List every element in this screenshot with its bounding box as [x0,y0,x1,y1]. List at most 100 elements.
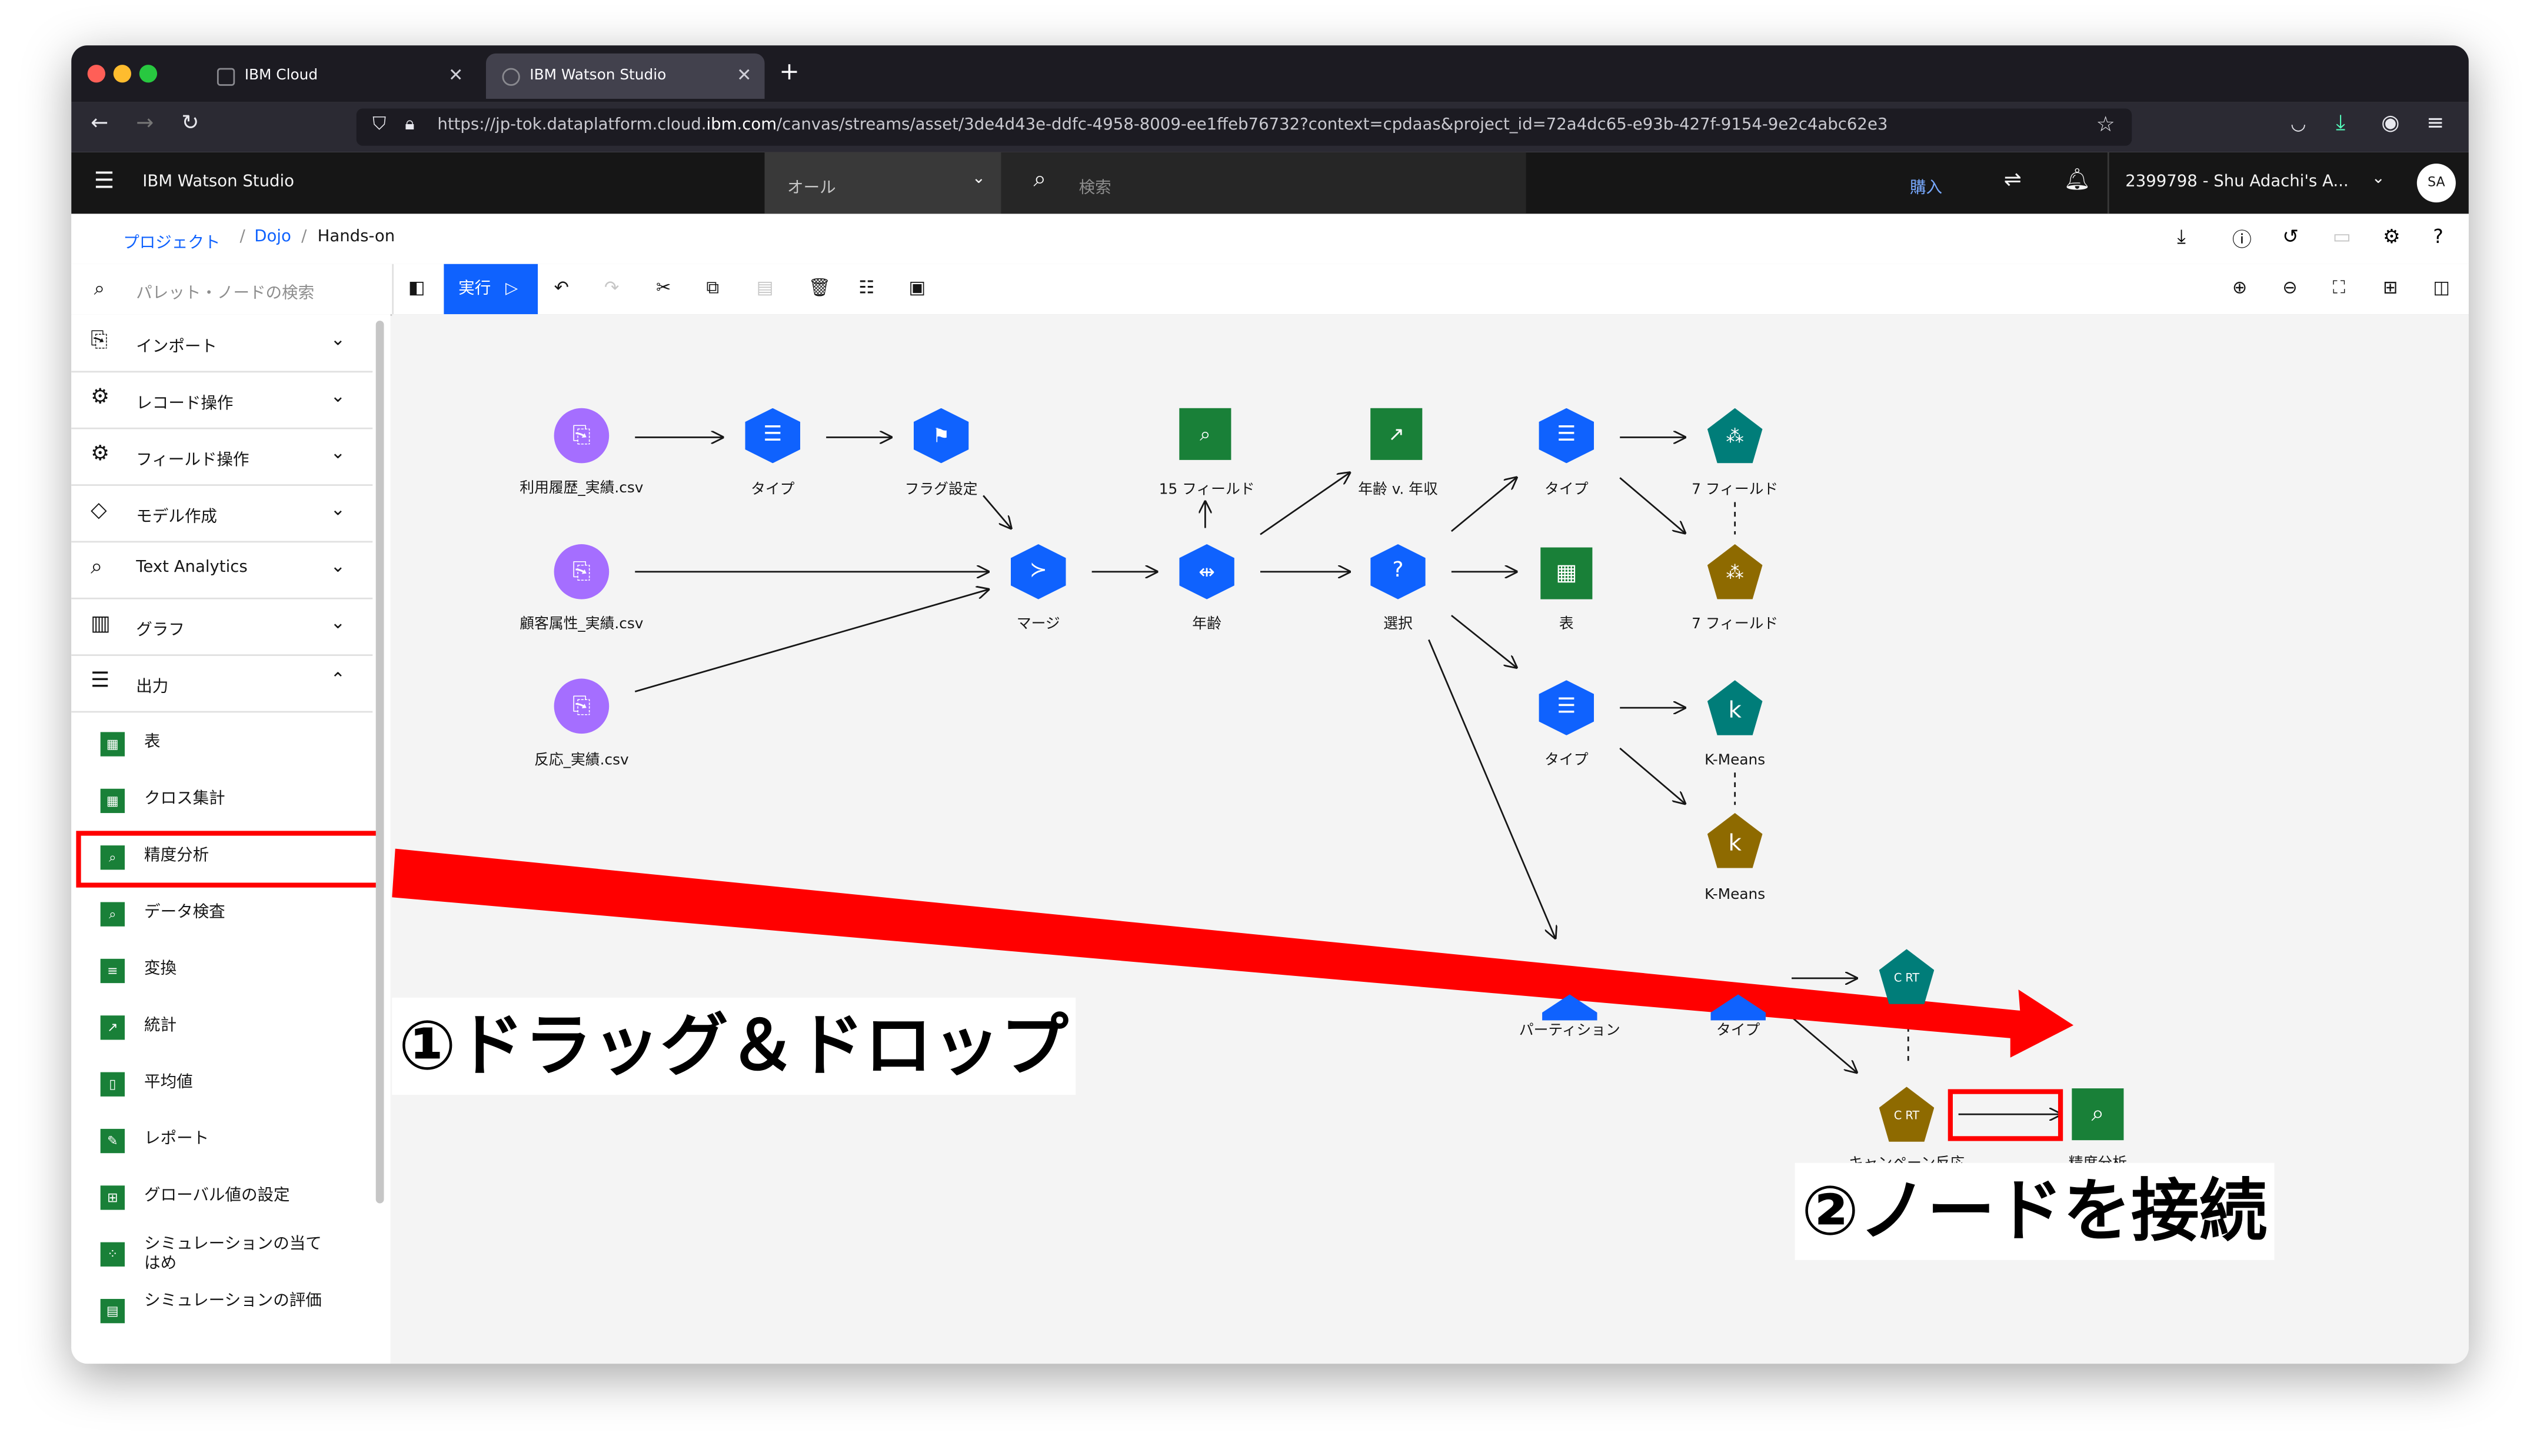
category-label: モデル作成 [136,508,217,527]
avatar[interactable]: SA [2416,164,2456,203]
download-icon[interactable]: ⤓ [2177,225,2186,249]
link[interactable] [983,495,1011,528]
help-icon[interactable]: ? [2433,225,2444,248]
category-field-ops[interactable]: ⚙ フィールド操作 ⌄ [71,428,373,486]
zoom-window-button[interactable] [139,65,158,83]
node-label: フラグ設定 [904,482,978,499]
search-input[interactable]: 検索 [1079,174,1111,198]
category-text-analytics[interactable]: ⌕ Text Analytics ⌄ [71,541,373,599]
plot-node-icon[interactable]: ↗ [1370,408,1423,460]
palette-node-means[interactable]: ▯ 平均値 [100,1061,376,1110]
breadcrumb: プロジェクト / Dojo / Hands-on ⤓ ⓘ ↺ ▭ ⚙ ? [71,214,2469,266]
breadcrumb-separator: / [239,228,245,246]
extension-icon[interactable]: ◉ [2381,112,2399,136]
breadcrumb-dojo[interactable]: Dojo [254,228,291,246]
tab-ibm-cloud[interactable]: IBM Cloud ✕ [201,54,476,99]
tab-watson-studio[interactable]: IBM Watson Studio ✕ [485,53,765,99]
minimize-window-button[interactable] [113,65,132,83]
back-icon[interactable]: ← [91,112,108,136]
diamond-icon: ◇ [91,498,107,524]
search-scope-dropdown[interactable]: オール ⌄ [764,152,1001,214]
zoom-in-icon[interactable]: ⊕ [2232,277,2247,298]
table-node-icon[interactable]: ▦ [1540,547,1593,599]
side-panel-icon[interactable]: ◫ [2433,277,2450,298]
app-title[interactable]: IBM Watson Studio [142,174,294,191]
search-area: オール ⌄ ⌕ 検索 [764,152,1526,214]
palette-node-sim-evaluation[interactable]: ▤ シミュレーションの評価 [100,1288,376,1343]
node-label: 表 [144,734,161,752]
menu-icon[interactable]: ≡ [2426,112,2444,136]
chevron-down-icon: ⌄ [330,612,346,634]
breadcrumb-projects[interactable]: プロジェクト [123,228,220,252]
palette-search-input[interactable]: パレット・ノードの検索 [136,279,314,303]
delete-icon[interactable]: 🗑︎ [808,277,831,298]
analysis-node-icon[interactable]: ⌕ [2072,1088,2124,1141]
shield-icon[interactable]: ⛉ [372,114,386,136]
reload-icon[interactable]: ↻ [181,112,199,136]
cloud-icon [217,67,235,85]
redo-icon[interactable]: ↷ [604,277,619,298]
toggle-palette-icon[interactable]: ◧ [408,277,425,298]
set-globals-icon: ⊞ [100,1185,125,1210]
node-label: 平均値 [144,1074,193,1092]
palette-node-table[interactable]: ▦ 表 [100,721,376,769]
history-icon[interactable]: ↺ [2282,225,2299,248]
text-analytics-icon: ⌕ [91,555,103,580]
new-tab-button[interactable]: + [779,56,800,86]
palette-node-transform[interactable]: ≡ 変換 [100,948,376,997]
comment-icon[interactable]: ▭ [2333,225,2351,248]
table-view-icon[interactable]: ⊞ [2383,277,2398,298]
palette-node-crosstab[interactable]: ▦ クロス集計 [100,777,376,826]
save-icon[interactable]: ▣ [909,277,926,298]
palette-node-set-globals[interactable]: ⊞ グローバル値の設定 [100,1174,376,1223]
node-label: 15 フィールド [1159,482,1255,499]
info-icon[interactable]: ⓘ [2232,225,2252,253]
chevron-down-icon: ⌄ [330,498,346,520]
divider [392,264,394,315]
chevron-down-icon: ⌄ [330,385,346,407]
category-output[interactable]: ☰ 出力 ⌃ [71,654,373,713]
link[interactable] [1428,639,1555,938]
bookmark-star-icon[interactable]: ☆ [2096,114,2115,138]
lock-icon[interactable]: 🔒︎ [405,114,414,136]
close-window-button[interactable] [87,65,105,83]
paste-icon[interactable]: ▤ [757,277,774,298]
fit-to-screen-icon[interactable]: ⛶ [2333,277,2345,300]
cut-icon[interactable]: ✂ [656,277,671,298]
settings-icon[interactable]: ⚙ [2383,225,2401,248]
palette-node-report[interactable]: ✎ レポート [100,1118,376,1167]
import-node-customer-icon[interactable]: ⎘ [554,544,610,599]
palette-node-data-audit[interactable]: ⌕ データ検査 [100,891,376,939]
hamburger-menu-icon[interactable]: ☰ [94,168,115,194]
palette-scrollbar[interactable] [375,321,384,1204]
palette-node-statistics[interactable]: ↗ 統計 [100,1004,376,1053]
close-tab-icon[interactable]: ✕ [737,65,751,86]
signpost-icon[interactable]: ⇌ [2004,168,2022,192]
download-icon[interactable]: ⤓ [2336,112,2345,136]
node-label: グローバル値の設定 [144,1187,290,1205]
category-modeling[interactable]: ◇ モデル作成 ⌄ [71,484,373,543]
chevron-down-icon[interactable]: ⌄ [2372,170,2385,188]
flow-properties-icon[interactable]: ☷ [858,277,874,298]
zoom-out-icon[interactable]: ⊖ [2282,277,2297,298]
account-switcher[interactable]: 2399798 - Shu Adachi's A... [2125,174,2348,191]
run-button[interactable]: 実行 ▷ [444,264,538,315]
undo-icon[interactable]: ↶ [554,277,569,298]
address-bar[interactable]: ⛉ 🔒︎ https://jp-tok.dataplatform.cloud.i… [356,108,2132,146]
category-import[interactable]: ⎘ インポート ⌄ [71,314,373,373]
buy-link[interactable]: 購入 [1910,174,1942,198]
link[interactable] [634,589,988,692]
node-palette: ⎘ インポート ⌄ ⚙ レコード操作 ⌄ ⚙ フィールド操作 ⌄ ◇ モデル作成… [71,314,391,1364]
copy-icon[interactable]: ⧉ [706,277,719,300]
data-audit-node-icon[interactable]: ⌕ [1179,408,1231,460]
import-node-usage-icon[interactable]: ⎘ [554,408,610,464]
notification-bell-icon[interactable]: 🔔︎ [2064,168,2090,192]
pocket-icon[interactable]: ◡ [2291,114,2306,135]
palette-node-sim-fitting[interactable]: ⁘ シミュレーションの当てはめ [100,1231,376,1286]
category-graphs[interactable]: ▥ グラフ ⌄ [71,598,373,657]
category-record-ops[interactable]: ⚙ レコード操作 ⌄ [71,371,373,429]
close-tab-icon[interactable]: ✕ [448,65,463,86]
forward-icon[interactable]: → [136,112,154,136]
import-node-response-icon[interactable]: ⎘ [554,678,610,734]
import-icon: ⎘ [91,328,108,354]
